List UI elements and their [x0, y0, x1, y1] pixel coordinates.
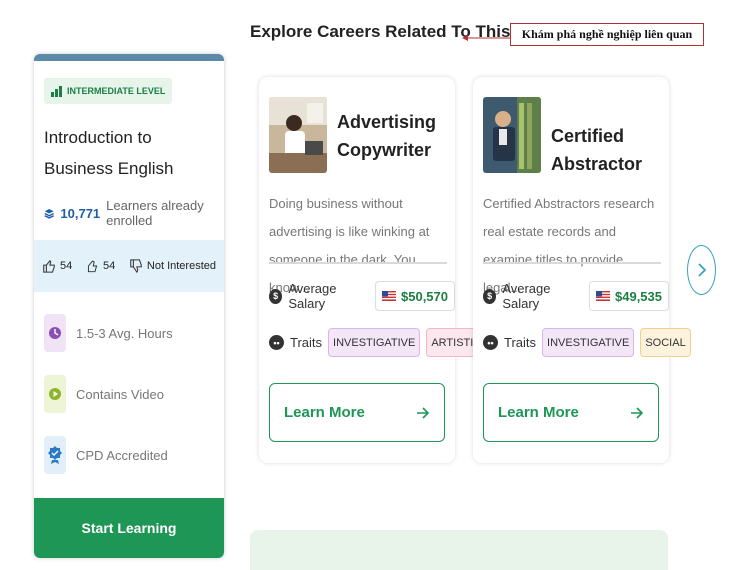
feature-video-label: Contains Video: [76, 386, 164, 402]
salary-label: Average Salary: [502, 281, 551, 311]
feature-hours-label: 1.5-3 Avg. Hours: [76, 325, 173, 341]
thumb-button[interactable]: 54: [86, 259, 115, 273]
translation-annotation: Khám phá nghề nghiệp liên quan: [510, 23, 704, 46]
salary-value: $49,535: [615, 288, 662, 304]
traits-row: •• Traits INVESTIGATIVE SOCIAL: [483, 328, 691, 357]
chevron-right-icon: [697, 263, 706, 277]
badge-icon: [44, 436, 66, 474]
salary-pill: $49,535: [589, 281, 669, 311]
play-icon: [44, 375, 66, 413]
level-badge: INTERMEDIATE LEVEL: [44, 78, 173, 104]
reaction-bar: 54 54 Not Interested: [34, 240, 224, 292]
like-button[interactable]: 54: [42, 259, 72, 273]
course-title[interactable]: Introduction to Business English: [44, 122, 214, 184]
arrow-right-icon: [631, 406, 644, 419]
like-count: 54: [60, 260, 73, 272]
enrolled-count: 10,771 Learners already enrolled: [44, 198, 224, 228]
salary-value: $50,570: [401, 288, 448, 304]
trait-badge: INVESTIGATIVE: [542, 328, 635, 357]
career-card-certified-abstractor[interactable]: Certified Abstractor Certified Abstracto…: [473, 77, 691, 463]
not-interested-button[interactable]: Not Interested: [129, 258, 216, 274]
feature-video: Contains Video: [44, 375, 164, 413]
face-icon: ••: [483, 335, 498, 350]
course-card: INTERMEDIATE LEVEL Introduction to Busin…: [34, 54, 224, 558]
thumbs-up-icon: [43, 259, 55, 273]
traits-label: Traits: [504, 335, 537, 350]
career-photo: [269, 97, 327, 173]
thumb-count: 54: [102, 260, 116, 272]
salary-pill: $50,570: [375, 281, 455, 311]
trait-badge: INVESTIGATIVE: [328, 328, 421, 357]
level-bars-icon: [51, 85, 62, 97]
arrow-right-icon: [417, 406, 430, 419]
learners-label: Learners already enrolled: [106, 198, 204, 228]
feature-cpd-label: CPD Accredited: [76, 447, 168, 463]
thumb-icon: [87, 260, 98, 273]
not-interested-label: Not Interested: [146, 260, 216, 272]
level-label: INTERMEDIATE LEVEL: [67, 86, 166, 96]
learn-more-label: Learn More: [284, 404, 365, 421]
career-title[interactable]: Certified Abstractor: [551, 122, 669, 178]
feature-cpd: CPD Accredited: [44, 436, 168, 474]
dollar-icon: $: [269, 288, 283, 304]
trait-badge: SOCIAL: [640, 328, 691, 357]
divider: [483, 262, 661, 264]
career-photo: [483, 97, 541, 173]
us-flag-icon: [596, 291, 610, 301]
salary-label: Average Salary: [288, 281, 337, 311]
face-icon: ••: [269, 335, 284, 350]
salary-row: $ Average Salary $49,535: [483, 281, 669, 311]
learn-more-button[interactable]: Learn More: [483, 383, 659, 442]
career-title[interactable]: Advertising Copywriter: [337, 108, 447, 164]
us-flag-icon: [382, 291, 396, 301]
annotation-arrow-icon: [462, 35, 510, 41]
divider: [269, 262, 447, 264]
bottom-banner: [250, 530, 668, 570]
career-card-advertising-copywriter[interactable]: Advertising Copywriter Doing business wi…: [259, 77, 487, 463]
dollar-icon: $: [483, 288, 497, 304]
traits-row: •• Traits INVESTIGATIVE ARTISTIC: [269, 328, 487, 357]
stack-icon: [44, 208, 54, 219]
learners-number: 10,771: [60, 205, 101, 221]
thumbs-down-icon: [130, 259, 142, 274]
carousel-next-button[interactable]: [687, 245, 716, 295]
clock-icon: [44, 314, 66, 352]
start-learning-button[interactable]: Start Learning: [34, 498, 224, 558]
learn-more-button[interactable]: Learn More: [269, 383, 445, 442]
card-top-bar: [34, 54, 224, 61]
learn-more-label: Learn More: [498, 404, 579, 421]
feature-hours: 1.5-3 Avg. Hours: [44, 314, 173, 352]
salary-row: $ Average Salary $50,570: [269, 281, 455, 311]
traits-label: Traits: [290, 335, 323, 350]
